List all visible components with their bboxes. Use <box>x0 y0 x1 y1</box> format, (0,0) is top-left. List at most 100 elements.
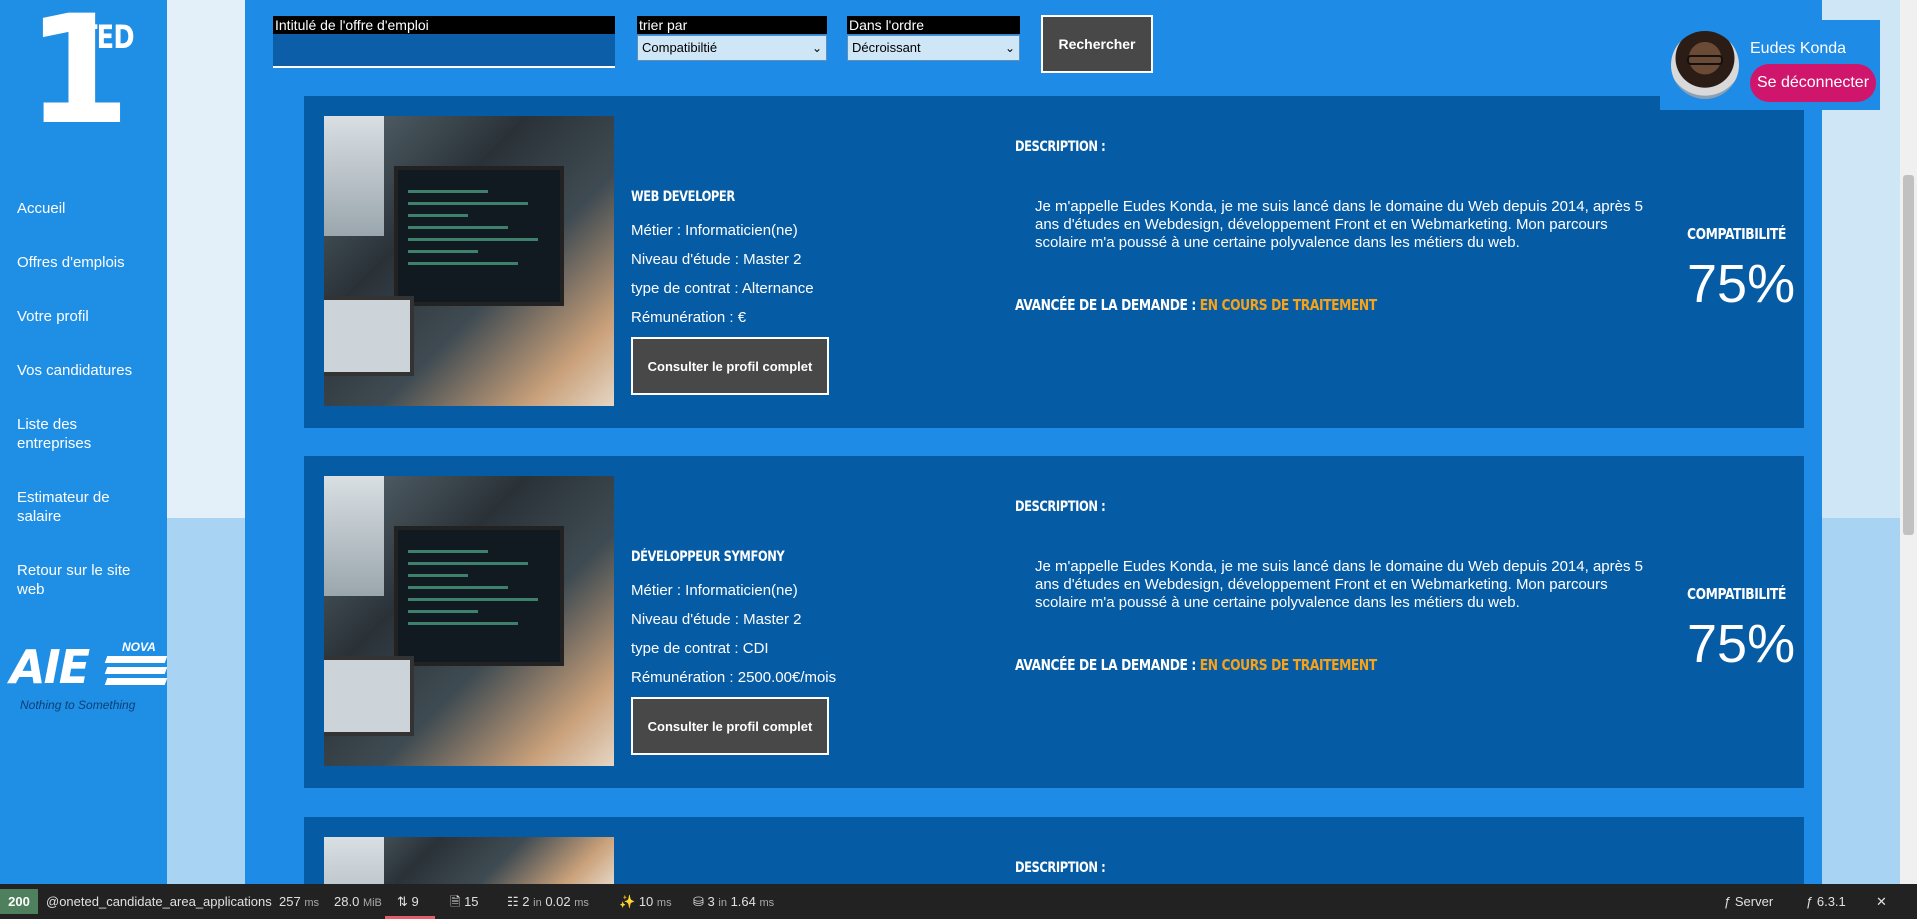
document-icon: 🗎 <box>450 894 461 909</box>
version-panel[interactable]: ƒ 6.3.1 <box>1806 884 1846 919</box>
cache-value: 2 <box>522 894 530 909</box>
view-full-profile-button[interactable]: Consulter le profil complet <box>631 337 829 395</box>
nav-vos-candidatures[interactable]: Vos candidatures <box>17 361 147 380</box>
time-value: 257 <box>279 894 301 909</box>
arrows-icon: ⇅ <box>397 894 408 909</box>
description-text: Je m'appelle Eudes Konda, je me suis lan… <box>1035 558 1643 611</box>
nav-votre-profil[interactable]: Votre profil <box>17 307 147 326</box>
compatibility-value: 75% <box>1687 614 1796 674</box>
job-photo <box>324 837 614 884</box>
close-icon[interactable]: ✕ <box>1876 884 1887 919</box>
nav-accueil[interactable]: Accueil <box>17 199 147 218</box>
view-full-profile-button[interactable]: Consulter le profil complet <box>631 697 829 755</box>
twig-panel[interactable]: ✨ 10 ms <box>619 884 672 919</box>
database-icon: ⛁ <box>693 894 704 909</box>
left-gutter <box>167 0 245 884</box>
compatibility-label: COMPATIBILITÉ <box>1687 585 1786 603</box>
application-progress: AVANCÉE DE LA DEMANDE : EN COURS DE TRAI… <box>1015 656 1377 674</box>
aie-nova-logo: AIE NOVA Nothing to Something <box>10 640 168 720</box>
avatar[interactable] <box>1671 31 1739 99</box>
logout-button[interactable]: Se déconnecter <box>1750 64 1876 102</box>
cache-unit: ms <box>574 897 589 909</box>
search-button[interactable]: Rechercher <box>1041 15 1153 73</box>
twig-icon: ✨ <box>619 894 636 909</box>
keyword-label: Intitulé de l'offre d'emploi <box>273 16 615 34</box>
memory-value: 28.0 <box>334 894 360 909</box>
db-value: 3 <box>707 894 715 909</box>
server-label: Server <box>1734 894 1774 909</box>
nav-estimateur-salaire[interactable]: Estimateur de salaire <box>17 488 137 526</box>
progress-label: AVANCÉE DE LA DEMANDE : <box>1015 296 1200 314</box>
layers-icon: ☷ <box>507 894 519 909</box>
forms-panel[interactable]: 🗎 15 <box>450 884 479 919</box>
cache-panel[interactable]: ☷ 2 in 0.02 ms <box>507 884 589 919</box>
sidebar: 1 TED Accueil Offres d'emplois Votre pro… <box>0 0 168 884</box>
description-label: DESCRIPTION : <box>1015 860 1106 876</box>
job-contrat: type de contrat : CDI <box>631 640 769 657</box>
job-title-search-input[interactable] <box>273 34 615 68</box>
sort-by-select[interactable]: Compatibiltié ⌄ <box>637 35 827 61</box>
scroll-thumb[interactable] <box>1903 175 1914 535</box>
application-card: DESCRIPTION : <box>304 817 1804 884</box>
time-panel[interactable]: 257 ms <box>279 884 319 919</box>
aie-logo-bars <box>104 656 168 689</box>
right-gutter <box>1822 0 1900 884</box>
time-unit: ms <box>304 897 319 909</box>
cache-time: 0.02 <box>545 894 571 909</box>
symfony-icon: ƒ <box>1806 894 1814 909</box>
job-contrat: type de contrat : Alternance <box>631 280 814 297</box>
forms-count: 15 <box>464 894 479 909</box>
progress-status: EN COURS DE TRAITEMENT <box>1199 656 1377 674</box>
db-time: 1.64 <box>730 894 756 909</box>
requests-count: 9 <box>411 894 419 909</box>
user-name: Eudes Konda <box>1750 40 1847 57</box>
application-card: WEB DEVELOPER Métier : Informaticien(ne)… <box>304 96 1804 428</box>
logo-text: TED <box>80 18 135 56</box>
sort-label: trier par <box>637 16 827 34</box>
debug-toolbar: 200 @oneted_candidate_area_applications … <box>0 884 1917 919</box>
progress-status: EN COURS DE TRAITEMENT <box>1199 296 1377 314</box>
requests-panel[interactable]: ⇅ 9 <box>397 884 419 919</box>
order-select[interactable]: Décroissant ⌄ <box>847 35 1020 61</box>
job-title: WEB DEVELOPER <box>631 189 735 205</box>
job-remuneration: Rémunération : 2500.00€/mois <box>631 669 837 686</box>
twig-value: 10 <box>638 894 654 909</box>
sort-by-value: Compatibiltié <box>642 40 718 55</box>
application-progress: AVANCÉE DE LA DEMANDE : EN COURS DE TRAI… <box>1015 296 1377 314</box>
description-text: Je m'appelle Eudes Konda, je me suis lan… <box>1035 198 1643 251</box>
symfony-icon: ƒ <box>1724 894 1732 909</box>
page-scrollbar[interactable] <box>1900 0 1917 884</box>
job-metier: Métier : Informaticien(ne) <box>631 582 798 599</box>
db-in: in <box>718 897 727 909</box>
order-label: Dans l'ordre <box>847 16 1020 34</box>
nova-badge: NOVA <box>122 640 156 654</box>
aie-tagline: Nothing to Something <box>20 698 136 712</box>
progress-label: AVANCÉE DE LA DEMANDE : <box>1015 656 1200 674</box>
route-name[interactable]: @oneted_candidate_area_applications <box>46 884 272 919</box>
nav-liste-entreprises[interactable]: Liste des entreprises <box>17 415 127 453</box>
job-photo <box>324 476 614 766</box>
description-label: DESCRIPTION : <box>1015 139 1106 155</box>
db-unit: ms <box>759 897 775 909</box>
oneted-logo[interactable]: 1 TED <box>22 0 135 158</box>
job-title: DÉVELOPPEUR SYMFONY <box>631 549 785 565</box>
job-metier: Métier : Informaticien(ne) <box>631 222 798 239</box>
nav-offres-emplois[interactable]: Offres d'emplois <box>17 253 147 272</box>
chevron-down-icon: ⌄ <box>1004 41 1015 55</box>
status-badge[interactable]: 200 <box>0 889 38 914</box>
application-card: DÉVELOPPEUR SYMFONY Métier : Informatici… <box>304 456 1804 788</box>
job-niveau: Niveau d'étude : Master 2 <box>631 611 802 628</box>
job-photo <box>324 116 614 406</box>
nav-retour-site-web[interactable]: Retour sur le site web <box>17 561 137 599</box>
job-remuneration: Rémunération : € <box>631 309 747 326</box>
chevron-down-icon: ⌄ <box>811 41 822 55</box>
user-box: Eudes Konda Se déconnecter <box>1660 20 1880 110</box>
server-panel[interactable]: ƒ Server <box>1724 884 1773 919</box>
database-panel[interactable]: ⛁ 3 in 1.64 ms <box>693 884 774 919</box>
order-value: Décroissant <box>852 40 921 55</box>
aie-logo-text: AIE <box>10 640 90 694</box>
compatibility-value: 75% <box>1687 254 1796 314</box>
cache-in: in <box>533 897 542 909</box>
memory-panel[interactable]: 28.0 MiB <box>334 884 382 919</box>
compatibility-label: COMPATIBILITÉ <box>1687 225 1786 243</box>
